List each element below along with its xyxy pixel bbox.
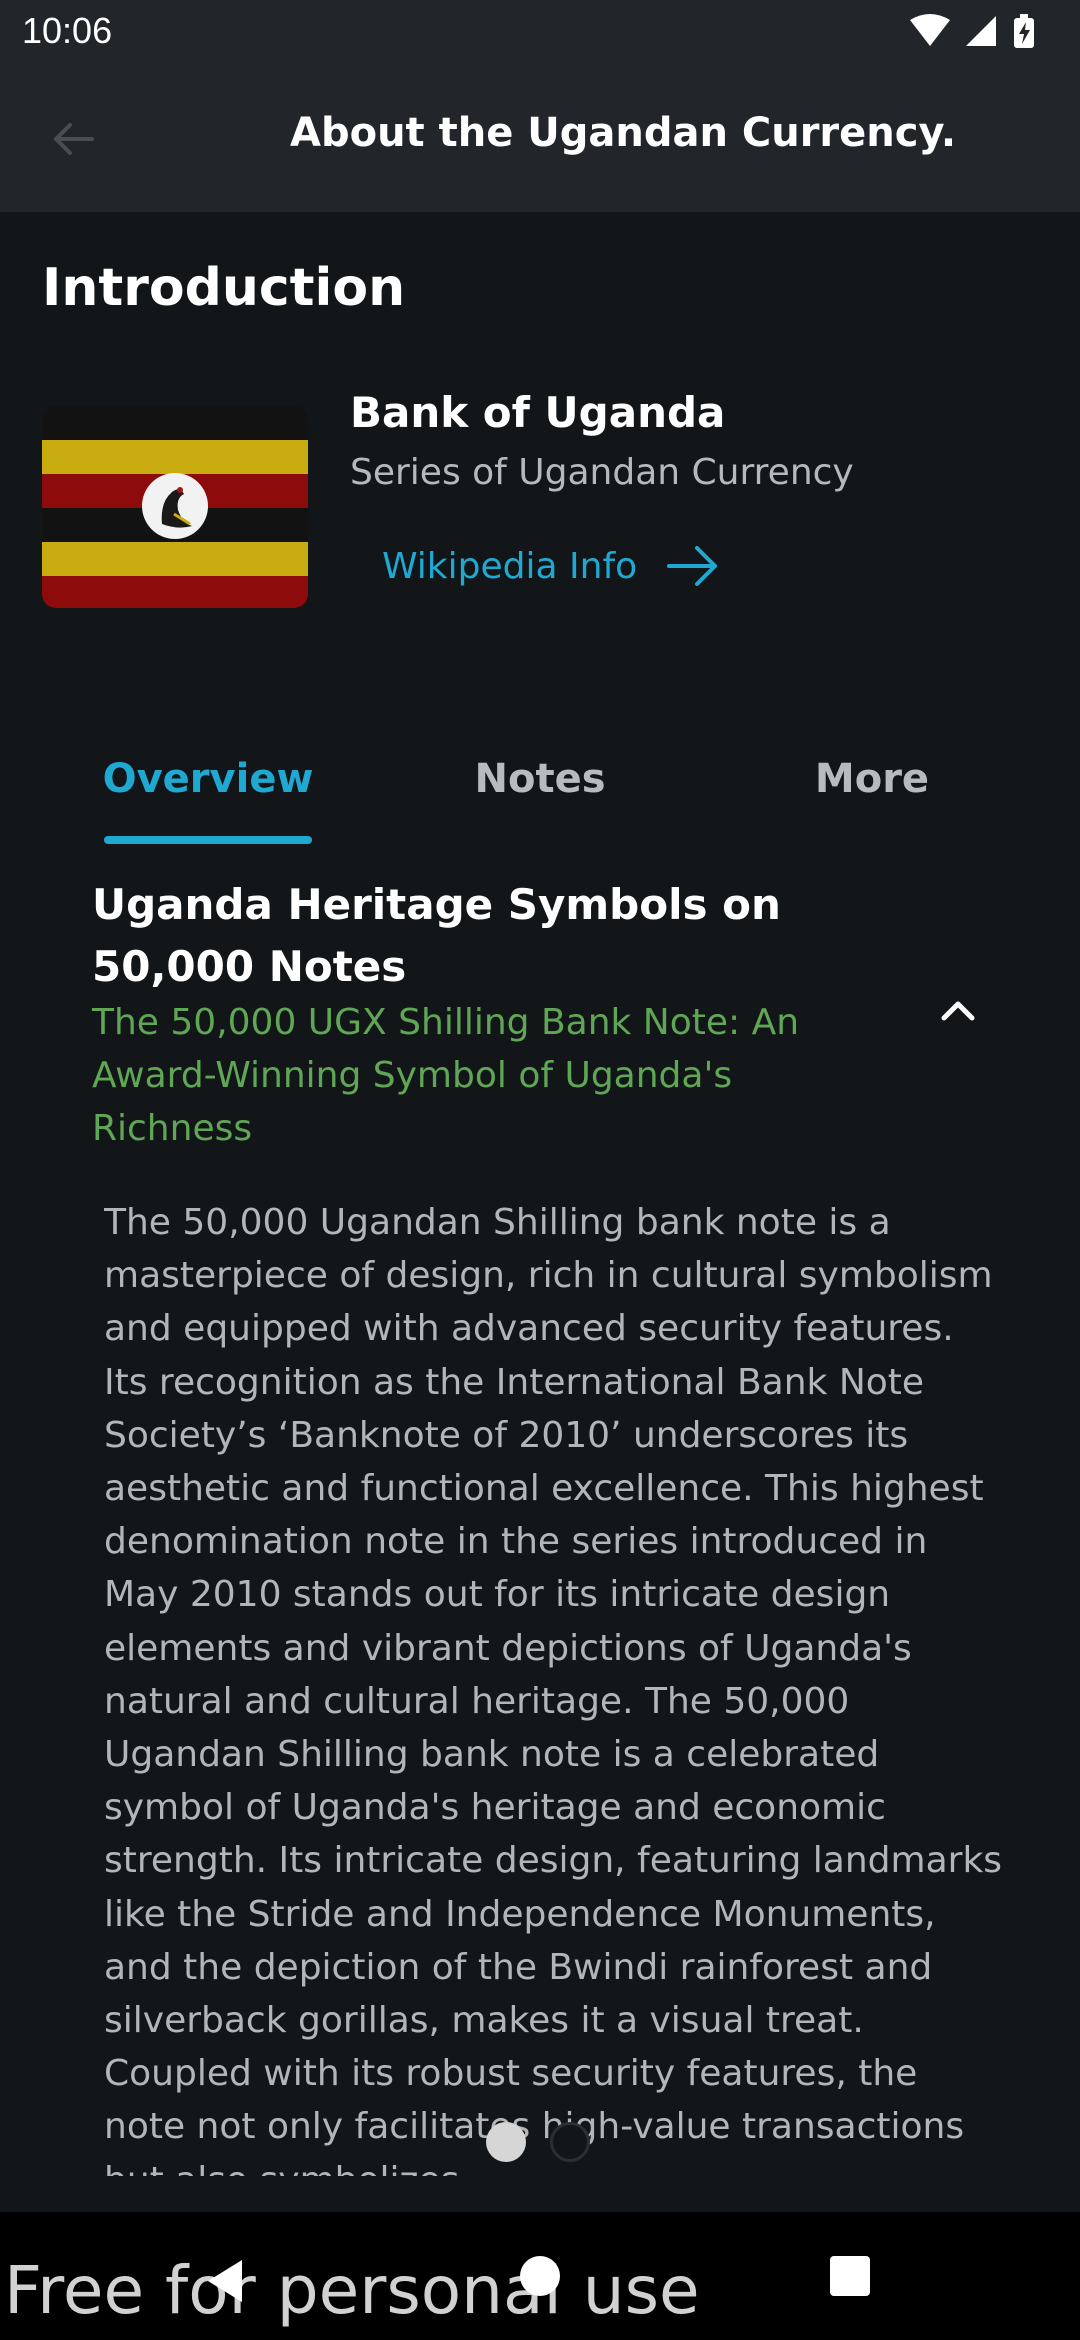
bank-subtitle: Series of Ugandan Currency [350, 452, 854, 493]
signal-icon [966, 16, 996, 46]
page-dot-inactive[interactable] [550, 2122, 590, 2162]
tab-more[interactable]: More [734, 740, 1010, 846]
tab-bar: Overview Notes More [0, 740, 1080, 846]
app-bar: About the Ugandan Currency. [0, 64, 1080, 212]
status-time: 10:06 [22, 10, 113, 51]
wikipedia-info-label: Wikipedia Info [382, 545, 638, 587]
back-button[interactable] [44, 109, 104, 169]
tab-notes[interactable]: Notes [402, 740, 678, 846]
section-heading-introduction: Introduction [42, 258, 406, 318]
chevron-up-icon [941, 1001, 975, 1021]
page-indicator [486, 2120, 596, 2164]
status-icons [910, 14, 1034, 48]
card-title: Uganda Heritage Symbols on 50,000 Notes [92, 880, 781, 991]
uganda-flag-image [42, 406, 308, 608]
battery-charging-icon [1014, 14, 1034, 48]
system-nav-bar [0, 2212, 1080, 2340]
page-title: About the Ugandan Currency. [290, 110, 957, 156]
nav-back-icon[interactable] [200, 2256, 250, 2306]
collapse-button[interactable] [930, 990, 986, 1030]
tab-overview[interactable]: Overview [70, 740, 346, 846]
nav-recents-icon[interactable] [830, 2256, 870, 2296]
wifi-icon [910, 14, 950, 46]
arrow-left-icon [54, 123, 94, 155]
arrow-right-icon [667, 546, 718, 586]
card-body-scroll[interactable]: The 50,000 Ugandan Shilling bank note is… [104, 1196, 1004, 2176]
nav-home-icon[interactable] [520, 2256, 560, 2296]
bank-name: Bank of Uganda [350, 388, 726, 437]
card-body-text: The 50,000 Ugandan Shilling bank note is… [104, 1202, 1003, 2176]
card-subtitle: The 50,000 UGX Shilling Bank Note: An Aw… [92, 1002, 800, 1149]
status-bar: 10:06 [0, 0, 1080, 64]
wikipedia-info-link[interactable]: Wikipedia Info [382, 538, 721, 594]
page-dot-active[interactable] [486, 2122, 526, 2162]
active-tab-indicator [104, 836, 312, 844]
